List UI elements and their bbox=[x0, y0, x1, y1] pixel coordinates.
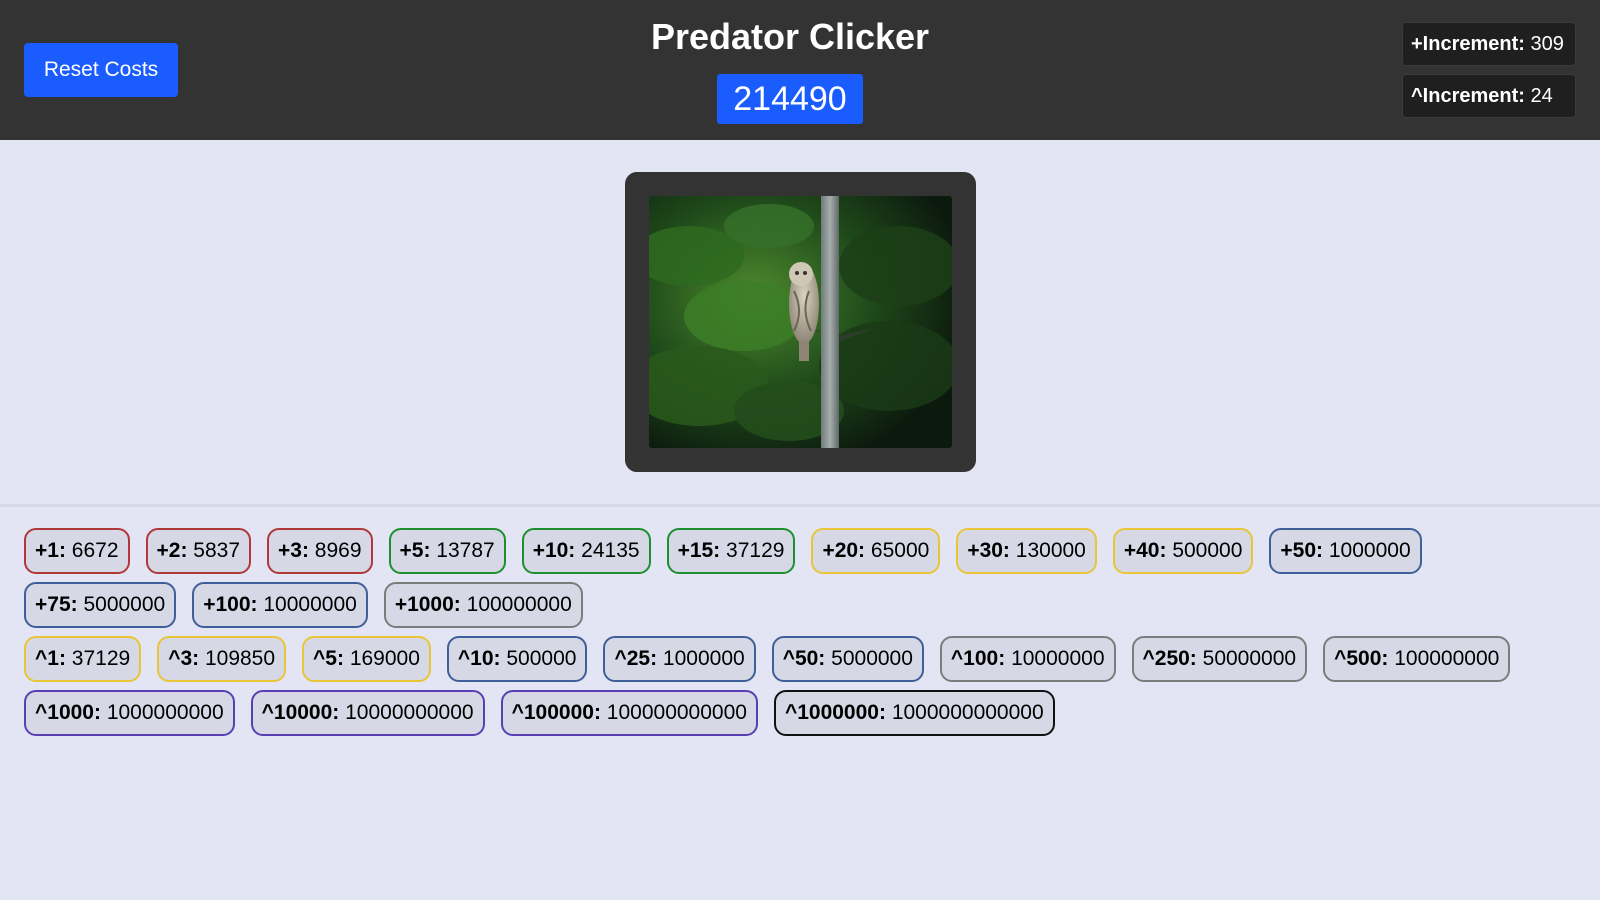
upgrade-cost: 5000000 bbox=[83, 593, 166, 616]
upgrade-button[interactable]: +15: 37129 bbox=[666, 528, 796, 574]
upgrade-cost: 10000000 bbox=[263, 593, 357, 616]
score-container: 214490 bbox=[0, 74, 1580, 124]
upgrade-button[interactable]: ^5: 169000 bbox=[302, 636, 431, 682]
plus-increment-value: 309 bbox=[1530, 33, 1564, 55]
upgrade-key: ^5: bbox=[313, 647, 344, 670]
upgrade-key: ^10: bbox=[457, 647, 501, 670]
upgrade-button[interactable]: ^25: 1000000 bbox=[603, 636, 756, 682]
upgrade-button[interactable]: +5: 13787 bbox=[388, 528, 506, 574]
upgrade-key: ^1: bbox=[35, 647, 66, 670]
plus-increment-stat: +Increment: 309 bbox=[1402, 22, 1576, 66]
upgrade-key: ^10000: bbox=[261, 701, 340, 724]
upgrade-cost: 10000000 bbox=[1011, 647, 1105, 670]
upgrade-cost: 169000 bbox=[349, 647, 420, 670]
upgrade-cost: 1000000 bbox=[1328, 539, 1411, 562]
clicker-image-frame[interactable] bbox=[625, 172, 976, 472]
upgrade-key: ^1000000: bbox=[784, 701, 886, 724]
upgrade-cost: 8969 bbox=[314, 539, 362, 562]
pow-increment-value: 24 bbox=[1530, 85, 1553, 107]
pow-increment-label: ^Increment: bbox=[1411, 85, 1525, 107]
upgrade-button[interactable]: ^1: 37129 bbox=[24, 636, 142, 682]
upgrade-button[interactable]: +2: 5837 bbox=[145, 528, 251, 574]
upgrade-key: +1000: bbox=[394, 593, 461, 616]
upgrade-cost: 5000000 bbox=[831, 647, 913, 670]
upgrade-cost: 109850 bbox=[204, 647, 276, 670]
upgrade-cost: 10000000000 bbox=[345, 701, 474, 724]
upgrade-key: ^500: bbox=[1334, 647, 1389, 670]
upgrade-key: ^50: bbox=[782, 647, 826, 670]
upgrade-key: ^250: bbox=[1142, 647, 1197, 670]
upgrade-button[interactable]: ^50: 5000000 bbox=[771, 636, 924, 682]
upgrade-key: ^1000: bbox=[35, 701, 101, 724]
upgrade-cost: 1000000000000 bbox=[891, 701, 1044, 724]
upgrade-key: +100: bbox=[203, 593, 258, 616]
upgrade-key: +2: bbox=[156, 539, 188, 562]
upgrade-cost: 65000 bbox=[870, 539, 930, 562]
upgrade-cost: 100000000 bbox=[466, 593, 572, 616]
upgrade-cost: 50000000 bbox=[1202, 647, 1297, 670]
upgrade-row-1: +1: 6672 +2: 5837 +3: 8969 +5: 13787 +10: 24… bbox=[24, 528, 1438, 574]
owl-photo[interactable] bbox=[649, 196, 952, 448]
pow-increment-stat: ^Increment: 24 bbox=[1402, 74, 1576, 118]
upgrade-button[interactable]: +50: 1000000 bbox=[1269, 528, 1422, 574]
upgrade-cost: 1000000000 bbox=[106, 701, 224, 724]
upgrade-button[interactable]: +1000: 100000000 bbox=[383, 582, 583, 628]
upgrade-row-2: +75: 5000000 +100: 10000000 +1000: 1000000… bbox=[24, 582, 599, 628]
upgrade-cost: 100000000000 bbox=[606, 701, 747, 724]
upgrade-button[interactable]: ^10: 500000 bbox=[446, 636, 588, 682]
upgrade-button[interactable]: +30: 130000 bbox=[956, 528, 1097, 574]
section-divider bbox=[0, 504, 1600, 507]
upgrade-button[interactable]: +75: 5000000 bbox=[24, 582, 177, 628]
plus-increment-label: +Increment: bbox=[1411, 33, 1525, 55]
upgrade-cost: 5837 bbox=[193, 539, 240, 562]
owl-image[interactable] bbox=[649, 196, 952, 448]
upgrade-cost: 24135 bbox=[581, 539, 640, 562]
upgrade-key: +3: bbox=[278, 539, 309, 562]
upgrade-key: +15: bbox=[677, 539, 721, 562]
upgrade-key: ^100: bbox=[950, 647, 1006, 670]
upgrade-button[interactable]: ^10000: 10000000000 bbox=[250, 690, 485, 736]
upgrade-cost: 500000 bbox=[506, 647, 577, 670]
upgrade-button[interactable]: +10: 24135 bbox=[521, 528, 651, 574]
upgrade-cost: 13787 bbox=[436, 539, 495, 562]
upgrade-button[interactable]: ^3: 109850 bbox=[157, 636, 287, 682]
upgrade-key: +30: bbox=[967, 539, 1010, 562]
upgrade-cost: 37129 bbox=[71, 647, 131, 670]
upgrade-button[interactable]: +1: 6672 bbox=[24, 528, 130, 574]
upgrade-cost: 100000000 bbox=[1394, 647, 1500, 670]
upgrade-cost: 37129 bbox=[726, 539, 785, 562]
upgrade-button[interactable]: ^100: 10000000 bbox=[939, 636, 1116, 682]
page-title: Predator Clicker bbox=[650, 16, 930, 57]
upgrade-row-3: ^1: 37129 ^3: 109850 ^5: 169000 ^10: 500000… bbox=[24, 636, 1526, 682]
upgrade-key: +10: bbox=[532, 539, 576, 562]
upgrade-key: +20: bbox=[822, 539, 866, 562]
score-counter: 214490 bbox=[717, 74, 863, 124]
upgrade-button[interactable]: +3: 8969 bbox=[267, 528, 373, 574]
upgrade-key: ^100000: bbox=[511, 701, 601, 724]
upgrade-cost: 500000 bbox=[1172, 539, 1243, 562]
upgrade-button[interactable]: ^100000: 100000000000 bbox=[500, 690, 758, 736]
upgrade-cost: 6672 bbox=[71, 539, 119, 562]
upgrade-button[interactable]: +20: 65000 bbox=[811, 528, 941, 574]
upgrade-button[interactable]: ^1000000: 1000000000000 bbox=[773, 690, 1055, 736]
upgrade-key: +40: bbox=[1123, 539, 1167, 562]
upgrade-key: +5: bbox=[399, 539, 431, 562]
header-bar: Reset Costs Predator Clicker 214490 +Inc… bbox=[0, 0, 1600, 140]
upgrade-key: ^25: bbox=[614, 647, 658, 670]
upgrade-button[interactable]: +40: 500000 bbox=[1112, 528, 1254, 574]
upgrade-button[interactable]: ^1000: 1000000000 bbox=[24, 690, 235, 736]
upgrade-key: ^3: bbox=[168, 647, 200, 670]
upgrade-key: +50: bbox=[1280, 539, 1324, 562]
upgrade-key: +1: bbox=[35, 539, 66, 562]
upgrade-cost: 130000 bbox=[1015, 539, 1086, 562]
upgrade-button[interactable]: ^500: 100000000 bbox=[1323, 636, 1511, 682]
upgrade-row-4: ^1000: 1000000000 ^10000: 10000000000 ^100… bbox=[24, 690, 1071, 736]
upgrade-button[interactable]: ^250: 50000000 bbox=[1131, 636, 1308, 682]
upgrade-key: +75: bbox=[35, 593, 78, 616]
upgrade-cost: 1000000 bbox=[662, 647, 745, 670]
upgrade-button[interactable]: +100: 10000000 bbox=[192, 582, 368, 628]
